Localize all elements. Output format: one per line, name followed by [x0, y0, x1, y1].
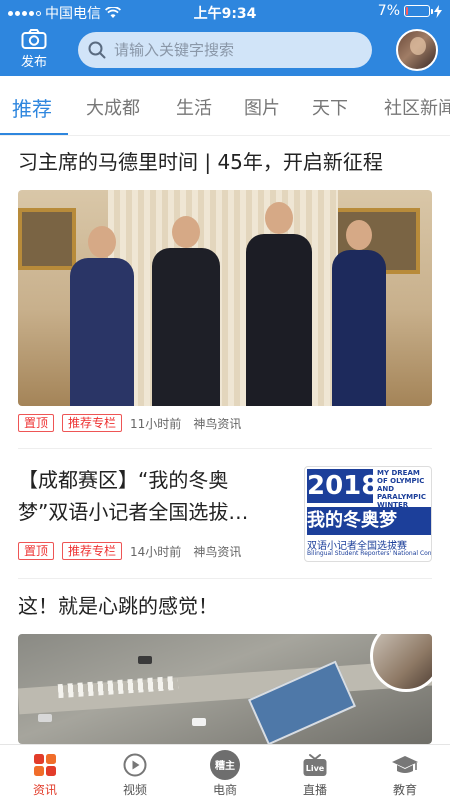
article-2-meta: 置顶 推荐专栏 14小时前 神鸟资讯 [18, 542, 241, 560]
search-input[interactable] [114, 41, 354, 59]
app-header: 发布 [0, 24, 450, 76]
battery-icon [404, 5, 433, 17]
search-icon [88, 41, 106, 59]
tab-pictures[interactable]: 图片 [244, 94, 280, 120]
bottom-nav: 资讯 视频 糟主 电商 Live 直播 教育 [0, 744, 450, 800]
tag-pinned: 置顶 [18, 414, 55, 432]
person-2 [146, 216, 226, 406]
article-1-photo[interactable] [18, 190, 432, 406]
battery-percent: 7% [377, 3, 400, 19]
play-icon [123, 753, 147, 777]
thumb-year: 2018 [307, 469, 380, 503]
tab-recommend[interactable]: 推荐 [12, 93, 52, 122]
article-2-time: 14小时前 [130, 544, 182, 559]
user-avatar[interactable] [396, 29, 438, 71]
person-3 [240, 202, 318, 406]
tv-live-icon: Live [303, 754, 327, 776]
article-1-time: 11小时前 [130, 416, 182, 431]
tab-world[interactable]: 天下 [312, 94, 348, 120]
nav-live[interactable]: Live 直播 [280, 749, 350, 798]
tab-chengdu[interactable]: 大成都 [86, 94, 140, 120]
thumb-subtitle-en: Bilingual Student Reporters' National Co… [307, 550, 431, 557]
status-right: 7% [378, 3, 442, 19]
article-2-title-line-1: 【成都赛区】“我的冬奥 [18, 468, 229, 492]
divider [18, 448, 432, 449]
tag-pinned: 置顶 [18, 542, 55, 560]
camera-icon [21, 29, 47, 49]
publish-button[interactable]: 发布 [10, 28, 58, 70]
nav-shop[interactable]: 糟主 电商 [190, 749, 260, 798]
charging-icon [434, 4, 442, 18]
article-1-source: 神鸟资讯 [193, 416, 242, 431]
person-1 [66, 226, 138, 406]
nav-education[interactable]: 教育 [370, 749, 440, 798]
tag-recommended-column: 推荐专栏 [62, 414, 123, 432]
category-tabs: 推荐 大成都 生活 图片 天下 社区新闻 [0, 76, 450, 136]
person-4 [324, 220, 394, 406]
active-tab-indicator [0, 133, 68, 135]
article-2-source: 神鸟资讯 [193, 544, 242, 559]
status-bar: 中国电信 上午9:34 7% [0, 0, 450, 24]
article-1-meta: 置顶 推荐专栏 11小时前 神鸟资讯 [18, 414, 241, 432]
article-3-title[interactable]: 这！就是心跳的感觉！ [18, 590, 218, 622]
article-1-title[interactable]: 习主席的马德里时间 | 45年，开启新征程 [18, 146, 383, 178]
shop-badge-icon: 糟主 [210, 750, 240, 780]
tag-recommended-column: 推荐专栏 [62, 542, 123, 560]
svg-text:Live: Live [306, 764, 325, 773]
publish-label: 发布 [20, 55, 47, 70]
graduation-cap-icon [392, 756, 418, 773]
nav-news[interactable]: 资讯 [10, 749, 80, 798]
tab-community-news[interactable]: 社区新闻 [384, 94, 450, 120]
article-3-photo[interactable] [18, 634, 432, 744]
nav-live-label: 直播 [302, 783, 327, 797]
divider [18, 578, 432, 579]
article-2-title-line-2: 梦”双语小记者全国选拔… [18, 500, 249, 524]
nav-video[interactable]: 视频 [100, 749, 170, 798]
svg-text:糟主: 糟主 [215, 759, 235, 772]
nav-education-label: 教育 [392, 783, 417, 797]
article-2-title[interactable]: 【成都赛区】“我的冬奥 梦”双语小记者全国选拔… [18, 464, 288, 528]
news-grid-icon [34, 754, 56, 776]
thumb-chinese: 我的冬奥梦 [307, 507, 431, 535]
car [138, 656, 152, 664]
nav-news-label: 资讯 [32, 783, 57, 797]
car [38, 714, 52, 722]
car [192, 718, 206, 726]
nav-shop-label: 电商 [212, 783, 237, 797]
tab-life[interactable]: 生活 [176, 94, 212, 120]
nav-video-label: 视频 [122, 783, 147, 797]
article-2-thumbnail[interactable]: 2018 MY DREAM OF OLYMPIC AND PARALYMPIC … [304, 466, 432, 562]
search-bar[interactable] [78, 32, 372, 68]
